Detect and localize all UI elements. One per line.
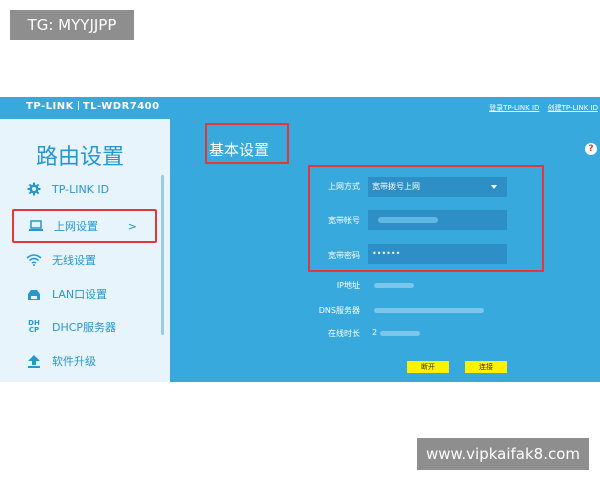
redacted-duration xyxy=(380,331,420,336)
internet-mode-value: 宽带拨号上网 xyxy=(372,182,420,191)
ip-label: IP地址 xyxy=(336,281,360,290)
account-input[interactable] xyxy=(368,210,507,230)
watermark-bottom: www.vipkaifak8.com xyxy=(417,438,589,470)
router-admin-ui: TP-LINK TL-WDR7400 登录TP-LINK ID 创建TP-LINK… xyxy=(0,97,600,382)
upload-icon xyxy=(24,354,44,368)
login-link[interactable]: 登录TP-LINK ID xyxy=(489,104,539,112)
brand-separator xyxy=(77,101,79,110)
sidebar-item-tplink-id[interactable]: TP-LINK ID xyxy=(12,174,157,204)
sidebar-item-label: 无线设置 xyxy=(52,254,96,267)
main-panel: 基本设置 ? 上网方式 宽带拨号上网 宽带帐号 宽带密码 •••••• IP地址… xyxy=(170,119,600,382)
redacted-ip xyxy=(374,283,414,288)
sidebar: 路由设置 TP-LINK ID 上网设置 > 无线设置 LAN口设置 DH CP… xyxy=(0,119,170,382)
account-links: 登录TP-LINK ID 创建TP-LINK ID xyxy=(483,103,598,113)
password-input[interactable]: •••••• xyxy=(368,244,507,264)
sidebar-item-wireless[interactable]: 无线设置 xyxy=(12,245,157,275)
connect-button[interactable]: 连接 xyxy=(465,361,507,373)
model-name: TL-WDR7400 xyxy=(82,101,160,112)
laptop-icon xyxy=(26,220,46,232)
brand-name: TP-LINK xyxy=(26,101,74,112)
redacted-dns xyxy=(374,308,484,313)
password-value: •••••• xyxy=(372,249,401,258)
sidebar-item-label: LAN口设置 xyxy=(52,288,108,301)
lan-icon xyxy=(24,288,44,300)
sidebar-item-label: 软件升级 xyxy=(52,355,96,368)
dns-label: DNS服务器 xyxy=(318,306,360,315)
sidebar-scrollbar[interactable] xyxy=(161,175,164,335)
sidebar-item-label: DHCP服务器 xyxy=(52,321,117,334)
sidebar-title: 路由设置 xyxy=(36,145,125,170)
sidebar-item-upgrade[interactable]: 软件升级 xyxy=(12,346,157,376)
create-account-link[interactable]: 创建TP-LINK ID xyxy=(548,104,598,112)
sidebar-item-label: 上网设置 xyxy=(54,220,98,233)
online-duration-label: 在线时长 xyxy=(328,329,360,338)
account-label: 宽带帐号 xyxy=(328,216,360,225)
internet-mode-label: 上网方式 xyxy=(328,182,360,191)
help-icon[interactable]: ? xyxy=(585,143,597,155)
disconnect-button[interactable]: 断开 xyxy=(407,361,449,373)
page-title: 基本设置 xyxy=(205,123,289,164)
dhcp-glyph: DH CP xyxy=(28,319,40,334)
dhcp-icon: DH CP xyxy=(24,320,44,334)
wifi-icon xyxy=(24,254,44,266)
sidebar-item-lan[interactable]: LAN口设置 xyxy=(12,279,157,309)
screenshot-frame: TG: MYYJJPP TP-LINK TL-WDR7400 登录TP-LINK … xyxy=(0,0,600,480)
chevron-right-icon: > xyxy=(127,219,137,233)
top-bar: TP-LINK TL-WDR7400 登录TP-LINK ID 创建TP-LINK… xyxy=(0,97,600,119)
sidebar-item-label: TP-LINK ID xyxy=(52,182,110,196)
online-duration-value: 2 xyxy=(372,328,378,337)
sidebar-item-internet-settings[interactable]: 上网设置 > xyxy=(12,209,157,243)
internet-mode-select[interactable]: 宽带拨号上网 xyxy=(368,177,507,197)
caret-down-icon xyxy=(491,185,497,189)
brand-logo: TP-LINK TL-WDR7400 xyxy=(26,101,160,112)
gear-icon xyxy=(24,182,44,196)
watermark-top: TG: MYYJJPP xyxy=(10,10,134,40)
password-label: 宽带密码 xyxy=(328,251,360,260)
sidebar-item-dhcp[interactable]: DH CP DHCP服务器 xyxy=(12,312,157,342)
redacted-account xyxy=(378,217,438,223)
